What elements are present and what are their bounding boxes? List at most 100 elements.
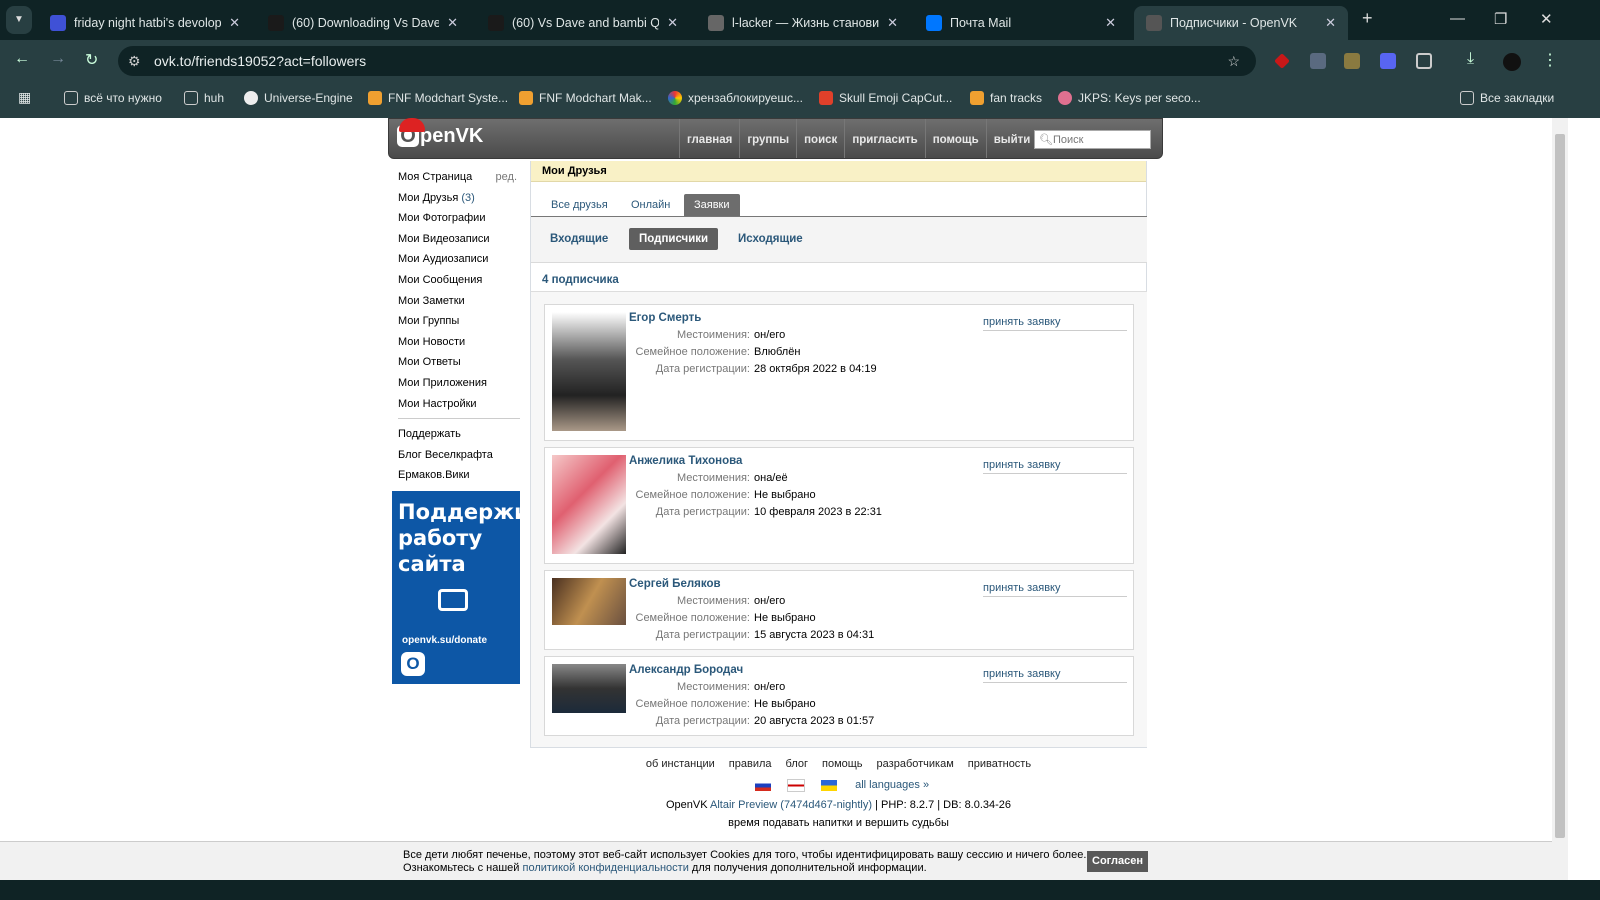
header-nav-item[interactable]: группы xyxy=(739,119,796,158)
footer-link[interactable]: разработчикам xyxy=(877,758,954,770)
header-nav-item[interactable]: пригласить xyxy=(844,119,924,158)
all-bookmarks-folder[interactable]: Все закладки xyxy=(1460,91,1554,105)
browser-tab[interactable]: friday night hatbi's devolopm ✕ xyxy=(38,6,252,40)
twitch-extension-icon[interactable] xyxy=(1380,53,1396,69)
new-tab-button[interactable]: + xyxy=(1362,8,1373,29)
cookie-accept-button[interactable]: Согласен xyxy=(1087,851,1148,872)
sidebar-item[interactable]: Мои Новости xyxy=(398,333,520,354)
follower-name[interactable]: Анжелика Тихонова xyxy=(629,455,742,467)
sidebar-item[interactable]: Мои Группы xyxy=(398,312,520,333)
bookmark-item[interactable]: всё что нужно xyxy=(64,91,162,105)
sidebar-extra-link[interactable]: Ермаков.Вики xyxy=(398,466,520,487)
bookmark-item[interactable]: huh xyxy=(184,91,224,105)
bookmark-item[interactable]: JKPS: Keys per seco... xyxy=(1058,91,1201,105)
search-input[interactable]: 🔍︎ Поиск xyxy=(1034,130,1151,149)
openvk-logo[interactable]: OpenVK xyxy=(397,118,483,148)
flag-ru-icon[interactable] xyxy=(754,779,771,791)
download-icon[interactable]: ⤓ xyxy=(1467,50,1474,68)
sidebar-item[interactable]: Мои Друзья (3) xyxy=(398,189,520,210)
close-tab-icon[interactable]: ✕ xyxy=(667,15,678,31)
avatar[interactable] xyxy=(552,578,626,625)
avatar[interactable] xyxy=(552,664,626,713)
sidebar-item[interactable]: Мои Приложения xyxy=(398,374,520,395)
follower-name[interactable]: Егор Смерть xyxy=(629,312,701,324)
footer-link[interactable]: помощь xyxy=(822,758,863,770)
menu-kebab-icon[interactable]: ⋮ xyxy=(1542,50,1558,70)
footer-link[interactable]: приватность xyxy=(968,758,1031,770)
bookmark-item[interactable]: хрензаблокируешc... xyxy=(668,91,803,105)
sidebar-item[interactable]: Мои Фотографии xyxy=(398,209,520,230)
avatar[interactable] xyxy=(552,455,626,554)
restore-button[interactable]: ❐ xyxy=(1494,10,1507,28)
accept-request-button[interactable]: принять заявку xyxy=(983,582,1127,597)
sidebar-item[interactable]: Мои Аудиозаписи xyxy=(398,250,520,271)
follower-name[interactable]: Александр Бородач xyxy=(629,664,743,676)
address-bar[interactable]: ⚙ ovk.to/friends19052?act=followers ☆ xyxy=(118,46,1256,76)
privacy-policy-link[interactable]: политикой конфиденциальности xyxy=(523,862,689,874)
sidebar-extra-link[interactable]: Поддержать xyxy=(398,425,520,446)
extensions-puzzle-icon[interactable] xyxy=(1416,53,1432,69)
close-tab-icon[interactable]: ✕ xyxy=(229,15,240,31)
footer-link[interactable]: блог xyxy=(786,758,808,770)
browser-tab[interactable]: l-lacker — Жизнь становитс ✕ xyxy=(696,6,910,40)
footer-link[interactable]: об инстанции xyxy=(646,758,715,770)
bookmark-item[interactable]: fan tracks xyxy=(970,91,1042,105)
reload-button[interactable]: ↻ xyxy=(85,50,98,70)
friends-tab[interactable]: Онлайн xyxy=(621,194,680,216)
header-nav-item[interactable]: помощь xyxy=(924,119,986,158)
calculator-extension-icon[interactable] xyxy=(1310,53,1326,69)
accept-request-button[interactable]: принять заявку xyxy=(983,316,1127,331)
header-nav-item[interactable]: поиск xyxy=(796,119,844,158)
donate-banner[interactable]: Поддержи работу сайта openvk.su/donate O xyxy=(392,491,529,684)
site-info-icon[interactable]: ⚙ xyxy=(128,46,141,76)
bookmark-item[interactable]: Universe-Engine xyxy=(244,91,353,105)
forward-button[interactable]: → xyxy=(50,50,66,68)
edit-page-link[interactable]: ред. xyxy=(496,168,517,186)
close-window-button[interactable]: ✕ xyxy=(1540,10,1553,28)
extension-icon[interactable] xyxy=(1274,53,1290,69)
close-tab-icon[interactable]: ✕ xyxy=(1325,15,1336,31)
sidebar-item[interactable]: Мои Ответы xyxy=(398,353,520,374)
accept-request-button[interactable]: принять заявку xyxy=(983,668,1127,683)
friends-tab[interactable]: Заявки xyxy=(684,194,740,216)
sidebar-item[interactable]: Мои Видеозаписи xyxy=(398,230,520,251)
close-tab-icon[interactable]: ✕ xyxy=(887,15,898,31)
requests-subtab[interactable]: Подписчики xyxy=(629,228,719,250)
profile-avatar[interactable] xyxy=(1503,53,1521,71)
footer-link[interactable]: правила xyxy=(729,758,772,770)
accept-request-button[interactable]: принять заявку xyxy=(983,459,1127,474)
version-link[interactable]: Altair Preview (7474d467-nightly) xyxy=(710,799,872,811)
close-tab-icon[interactable]: ✕ xyxy=(1105,15,1116,31)
scrollbar[interactable] xyxy=(1552,118,1568,880)
scrollbar-thumb[interactable] xyxy=(1555,134,1565,838)
sidebar-item[interactable]: Мои Настройки xyxy=(398,395,520,416)
browser-tab[interactable]: (60) Downloading Vs Dave ar ✕ xyxy=(256,6,470,40)
close-tab-icon[interactable]: ✕ xyxy=(447,15,458,31)
requests-subtab[interactable]: Входящие xyxy=(540,228,618,250)
bookmark-item[interactable]: Skull Emoji CapCut... xyxy=(819,91,952,105)
back-button[interactable]: ← xyxy=(14,50,30,68)
sidebar-item[interactable]: Мои Заметки xyxy=(398,292,520,313)
browser-tab[interactable]: Почта Mail ✕ xyxy=(914,6,1128,40)
tools-extension-icon[interactable] xyxy=(1344,53,1360,69)
apps-grid-icon[interactable]: ▦ xyxy=(18,89,31,106)
minimize-button[interactable]: — xyxy=(1450,10,1465,27)
browser-tab[interactable]: (60) Vs Dave and bambi Qua ✕ xyxy=(476,6,690,40)
flag-uk-icon[interactable] xyxy=(786,778,805,792)
requests-subtab[interactable]: Исходящие xyxy=(728,228,813,250)
follower-name[interactable]: Сергей Беляков xyxy=(629,578,721,590)
bookmark-item[interactable]: FNF Modchart Syste... xyxy=(368,91,508,105)
friends-tab[interactable]: Все друзья xyxy=(541,194,618,216)
header-nav-item[interactable]: выйти xyxy=(985,119,1038,158)
bookmark-star-icon[interactable]: ☆ xyxy=(1227,46,1240,76)
browser-tab[interactable]: Подписчики - OpenVK ✕ xyxy=(1134,6,1348,40)
bookmark-item[interactable]: FNF Modchart Mak... xyxy=(519,91,652,105)
all-languages-link[interactable]: all languages » xyxy=(855,779,929,791)
avatar[interactable] xyxy=(552,312,626,431)
tab-search-button[interactable]: ▼ xyxy=(6,6,32,34)
header-nav-item[interactable]: главная xyxy=(679,119,739,158)
sidebar-extra-link[interactable]: Блог Веселкрафта xyxy=(398,446,520,467)
donate-url[interactable]: openvk.su/donate xyxy=(402,635,487,646)
sidebar-item[interactable]: Мои Сообщения xyxy=(398,271,520,292)
flag-ua-icon[interactable] xyxy=(821,779,838,791)
